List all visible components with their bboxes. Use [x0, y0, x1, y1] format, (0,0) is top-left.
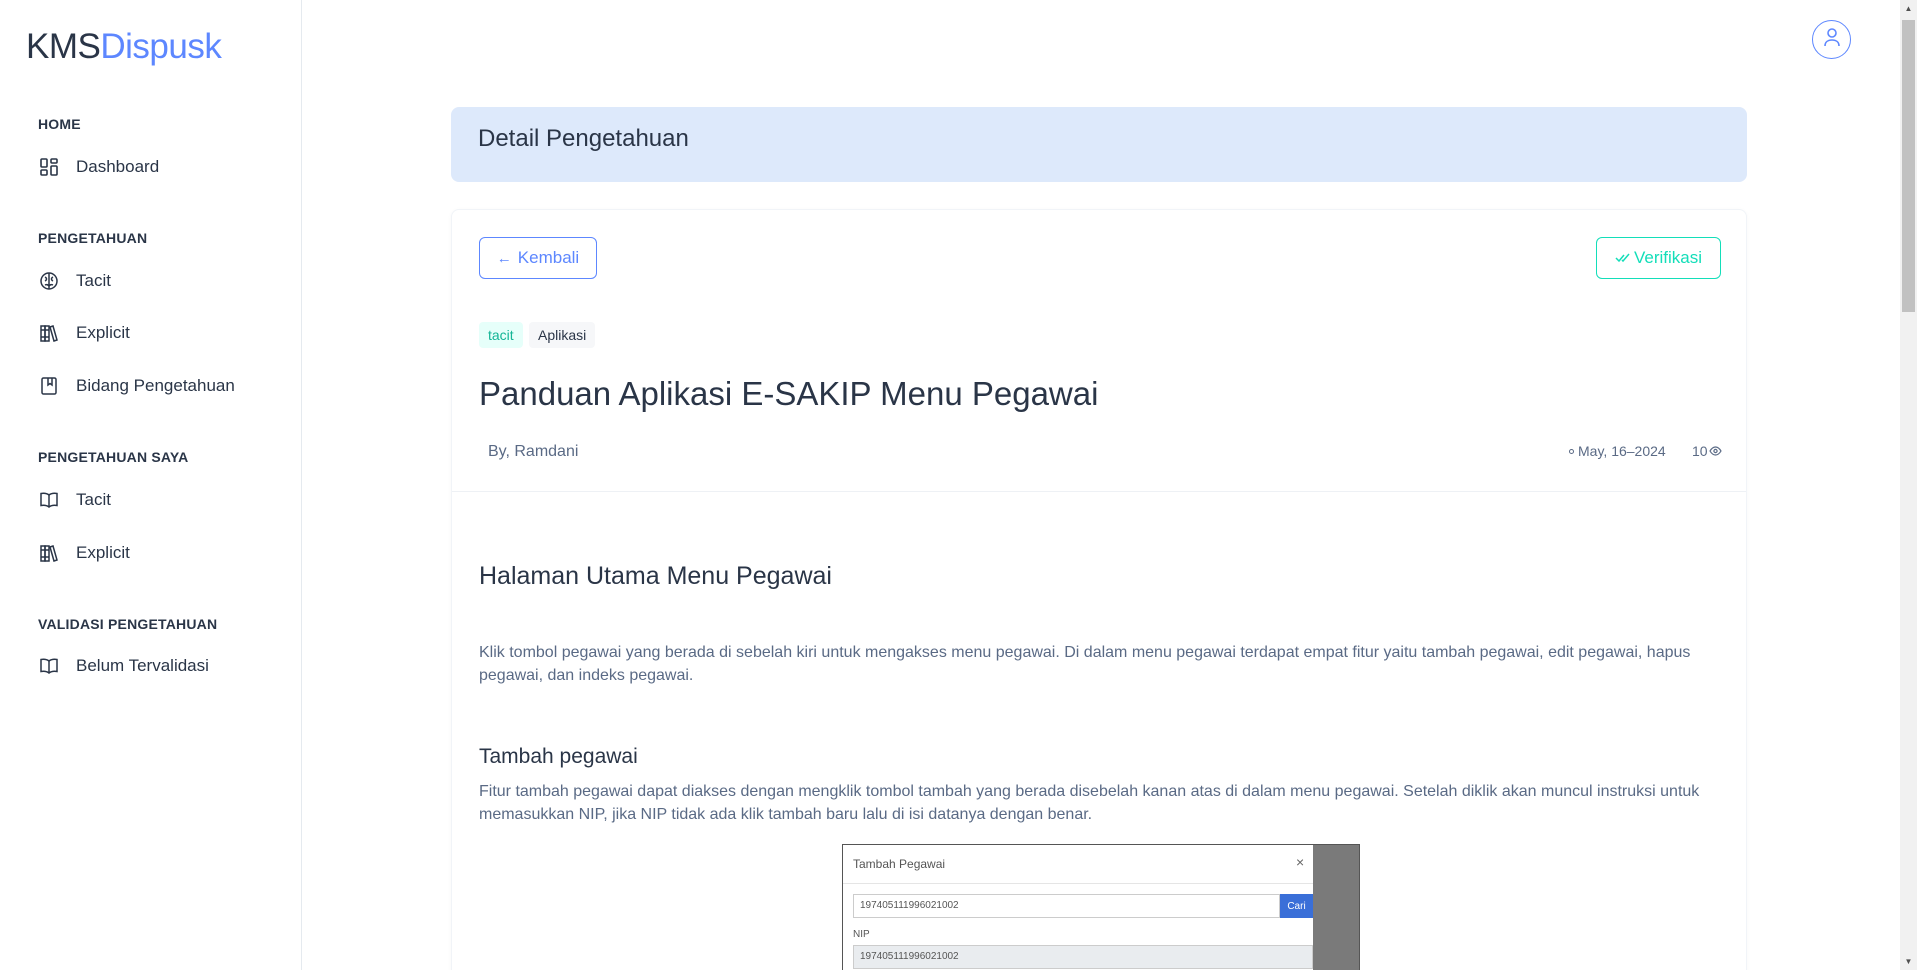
brand-part-dispusk: Dispusk	[100, 27, 222, 66]
sidebar-item-label: Bidang Pengetahuan	[76, 376, 235, 395]
bookmark-icon	[38, 375, 60, 397]
image-search-field: 197405111996021002	[853, 894, 1280, 918]
scroll-up-icon[interactable]: ▲	[1900, 0, 1917, 17]
books-icon	[38, 542, 60, 564]
sidebar-item-label: Explicit	[76, 543, 130, 562]
post-date: May, 16–2024	[1569, 443, 1666, 459]
post-views-value: 10	[1692, 443, 1708, 459]
article-subsection-title: Tambah pegawai	[479, 745, 638, 768]
verify-button[interactable]: Verifikasi	[1596, 237, 1721, 279]
sidebar-item-belum-tervalidasi[interactable]: Belum Tervalidasi	[38, 648, 209, 684]
article-intro: Klik tombol pegawai yang berada di sebel…	[479, 644, 1691, 684]
image-nip-label: NIP	[853, 929, 870, 940]
sidebar-item-explicit[interactable]: Explicit	[38, 315, 130, 351]
dot-icon	[1569, 448, 1574, 454]
post-views: 10	[1692, 443, 1722, 459]
scrollbar-thumb[interactable]	[1902, 20, 1915, 312]
post-title: Panduan Aplikasi E-SAKIP Menu Pegawai	[479, 375, 1099, 412]
back-button[interactable]: ← Kembali	[479, 237, 597, 279]
page-header: Detail Pengetahuan	[451, 107, 1747, 182]
arrow-left-icon: ←	[496, 249, 512, 267]
sidebar-item-label: Explicit	[76, 323, 130, 342]
double-check-icon	[1615, 252, 1631, 264]
sidebar: KMSDispusk HOME Dashboard PENGETAHUAN Ta…	[0, 0, 302, 970]
article-section-title: Halaman Utama Menu Pegawai	[479, 562, 832, 590]
image-divider	[843, 883, 1313, 884]
brand-logo[interactable]: KMSDispusk	[26, 27, 222, 67]
book-open-icon	[38, 655, 60, 677]
post-date-value: May, 16–2024	[1578, 443, 1666, 459]
page-title: Detail Pengetahuan	[478, 125, 689, 152]
eye-icon	[1708, 446, 1722, 456]
user-profile-button[interactable]	[1812, 20, 1851, 59]
post-author: By, Ramdani	[488, 443, 579, 460]
image-close-icon: ×	[1296, 854, 1305, 870]
sidebar-item-label: Belum Tervalidasi	[76, 656, 209, 675]
app: KMSDispusk HOME Dashboard PENGETAHUAN Ta…	[0, 0, 1917, 970]
tag-type: tacit	[479, 322, 523, 348]
sidebar-item-label: Tacit	[76, 490, 111, 509]
back-button-label: Kembali	[517, 248, 580, 267]
image-modal: Tambah Pegawai × 197405111996021002 Cari…	[843, 845, 1313, 970]
nav-section-pengetahuan: PENGETAHUAN	[38, 230, 148, 246]
nav-section-home: HOME	[38, 116, 81, 132]
article-subsection-text: Fitur tambah pegawai dapat diakses denga…	[479, 783, 1700, 823]
divider	[452, 491, 1746, 492]
scroll-down-icon[interactable]: ▼	[1900, 953, 1917, 970]
sidebar-item-my-explicit[interactable]: Explicit	[38, 535, 130, 571]
nav-section-pengetahuan-saya: PENGETAHUAN SAYA	[38, 449, 189, 465]
brand-part-kms: KMS	[26, 27, 101, 66]
tag-category: Aplikasi	[529, 322, 596, 348]
sidebar-item-tacit[interactable]: Tacit	[38, 263, 111, 299]
sidebar-item-label: Tacit	[76, 271, 111, 290]
image-search-button: Cari	[1280, 894, 1313, 918]
books-icon	[38, 322, 60, 344]
sidebar-item-label: Dashboard	[76, 157, 160, 176]
brain-icon	[38, 270, 60, 292]
sidebar-item-dashboard[interactable]: Dashboard	[38, 149, 159, 185]
verify-button-label: Verifikasi	[1633, 248, 1703, 267]
user-icon	[1823, 27, 1841, 52]
book-open-icon	[38, 489, 60, 511]
sidebar-item-bidang-pengetahuan[interactable]: Bidang Pengetahuan	[38, 368, 235, 404]
dashboard-icon	[38, 156, 60, 178]
sidebar-item-my-tacit[interactable]: Tacit	[38, 482, 111, 518]
nav-section-validasi: VALIDASI PENGETAHUAN	[38, 616, 218, 632]
knowledge-detail-card: ← Kembali Verifikasi tacit Aplikasi Pand…	[451, 209, 1747, 970]
image-nip-field: 197405111996021002	[853, 945, 1313, 969]
image-modal-title: Tambah Pegawai	[853, 857, 946, 871]
article-image: Tambah Pegawai × 197405111996021002 Cari…	[842, 844, 1360, 970]
